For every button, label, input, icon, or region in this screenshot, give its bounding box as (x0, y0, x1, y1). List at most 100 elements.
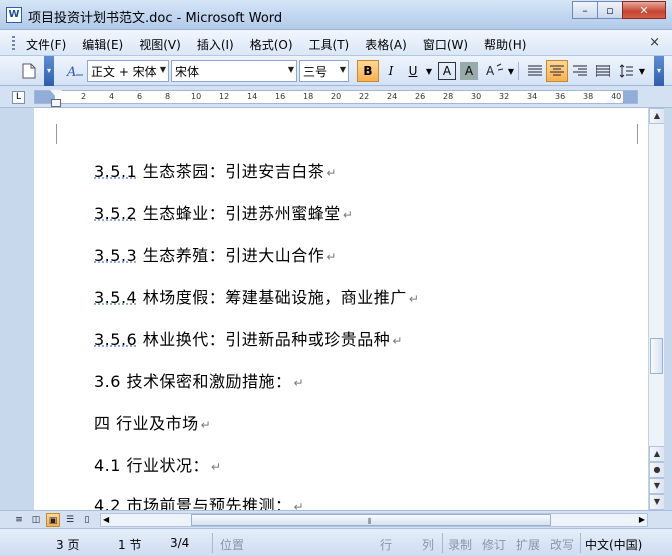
vertical-scroll-thumb[interactable] (650, 338, 663, 374)
align-right-icon[interactable] (569, 60, 591, 82)
status-separator (580, 533, 581, 553)
paragraph[interactable]: 3.5.6 林业换代：引进新品种或珍贵品种 ↵ (94, 326, 403, 350)
first-line-indent-marker[interactable] (50, 90, 62, 97)
menu-table[interactable]: 表格(A) (357, 34, 415, 55)
minimize-button[interactable]: – (572, 1, 598, 19)
next-page-icon[interactable]: ▼ (649, 478, 665, 494)
view-and-scroll-bar: ≡ ◫ ▣ ☰ ▯ ◀ ⦀ ▶ (0, 510, 672, 528)
reading-view-icon[interactable]: ▯ (80, 513, 94, 527)
paragraph-mark-icon: ↵ (326, 166, 337, 180)
paragraph-mark-icon: ↵ (293, 500, 305, 510)
toolbar-options-icon[interactable]: ▾ (654, 56, 664, 86)
char-shading-button[interactable]: A (460, 62, 478, 80)
status-language[interactable]: 中文(中国) (585, 536, 642, 553)
menu-file[interactable]: 文件(F) (18, 34, 74, 55)
paragraph[interactable]: 3.6 技术保密和激励措施： ↵ (94, 368, 304, 392)
distributed-align-icon[interactable] (592, 60, 614, 82)
line-spacing-dropdown-icon[interactable]: ▼ (637, 60, 647, 82)
bold-button[interactable]: B (357, 60, 379, 82)
new-document-icon[interactable] (18, 60, 40, 82)
crop-mark-left (56, 124, 57, 144)
right-indent-marker[interactable] (606, 96, 616, 103)
status-revise[interactable]: 修订 (482, 536, 506, 553)
ruler-tick: 22 (359, 92, 370, 101)
style-select-value: 正文 + 宋体 (91, 64, 157, 79)
status-overtype[interactable]: 改写 (550, 536, 574, 553)
chevron-down-icon: ▼ (159, 65, 166, 74)
align-justify-icon[interactable] (524, 60, 546, 82)
toolbar-separator (518, 62, 519, 80)
paragraph[interactable]: 4.2 市场前景与预先推测： ↵ (94, 492, 304, 510)
toolbar-overflow-icon[interactable]: ▾ (44, 56, 54, 86)
ruler-bar: L 2 4 6 8 10 12 14 16 18 20 22 24 26 28 … (0, 86, 672, 108)
scroll-left-icon[interactable]: ◀ (103, 515, 109, 524)
tab-stop-selector[interactable]: L (12, 91, 25, 104)
paragraph[interactable]: 3.5.2 生态蜂业：引进苏州蜜蜂堂 ↵ (94, 200, 353, 224)
menu-items: 文件(F) 编辑(E) 视图(V) 插入(I) 格式(O) 工具(T) 表格(A… (18, 34, 534, 55)
prev-page-icon[interactable]: ▲ (649, 446, 665, 462)
ruler-tick: 10 (191, 92, 202, 101)
paragraph[interactable]: 3.5.4 林场度假：筹建基础设施，商业推广 ↵ (94, 284, 419, 308)
scroll-up-icon[interactable]: ▲ (649, 108, 665, 124)
scroll-grip-icon: ⦀ (368, 517, 372, 526)
heading-paragraph[interactable]: 四 行业及市场 ↵ (94, 410, 211, 434)
paragraph-number: 3.5.6 (94, 330, 138, 349)
document-gutter (0, 108, 34, 510)
styles-pane-icon[interactable]: A (64, 60, 86, 82)
document-area: 3.5.1 生态茶园：引进安吉白茶 ↵ 3.5.2 生态蜂业：引进苏州蜜蜂堂 ↵ 3… (0, 108, 648, 510)
paragraph-text: 四 行业及市场 (94, 414, 199, 433)
horizontal-scrollbar[interactable]: ◀ ⦀ ▶ (100, 513, 648, 527)
horizontal-ruler[interactable]: 2 4 6 8 10 12 14 16 18 20 22 24 26 28 30… (34, 90, 638, 104)
paragraph-text: 3.6 技术保密和激励措施： (94, 372, 292, 391)
normal-view-icon[interactable]: ≡ (12, 513, 26, 527)
print-layout-view-icon[interactable]: ▣ (46, 513, 60, 527)
menu-insert[interactable]: 插入(I) (189, 34, 242, 55)
line-spacing-icon[interactable] (615, 60, 637, 82)
highlight-dropdown-icon[interactable]: ▼ (506, 60, 516, 82)
scroll-down-icon[interactable]: ▼ (649, 494, 665, 510)
svg-text:A: A (66, 65, 76, 79)
browse-object-icon[interactable]: ● (649, 462, 665, 478)
menu-help[interactable]: 帮助(H) (476, 34, 534, 55)
vertical-scrollbar[interactable]: ▲ ▲ ● ▼ ▼ (648, 108, 665, 510)
maximize-button[interactable]: ▫ (597, 1, 623, 19)
word-app-icon[interactable]: W (6, 7, 22, 23)
ruler-tick: 8 (165, 92, 171, 101)
font-select[interactable]: 宋体 ▼ (171, 60, 297, 82)
document-page[interactable]: 3.5.1 生态茶园：引进安吉白茶 ↵ 3.5.2 生态蜂业：引进苏州蜜蜂堂 ↵ 3… (34, 108, 648, 510)
paragraph[interactable]: 4.1 行业状况： ↵ (94, 452, 222, 476)
menu-edit[interactable]: 编辑(E) (74, 34, 131, 55)
menu-window[interactable]: 窗口(W) (415, 34, 476, 55)
close-button[interactable]: ✕ (622, 1, 666, 19)
outline-view-icon[interactable]: ☰ (63, 513, 77, 527)
underline-dropdown-icon[interactable]: ▼ (424, 60, 434, 82)
menu-format[interactable]: 格式(O) (242, 34, 301, 55)
status-record[interactable]: 录制 (448, 536, 472, 553)
document-close-icon[interactable]: × (649, 35, 660, 50)
formatting-toolbar: ▾ A 正文 + 宋体 ▼ 宋体 ▼ 三号 ▼ B I U ▼ A A A ▼ … (0, 56, 672, 86)
paragraph[interactable]: 3.5.3 生态养殖：引进大山合作 ↵ (94, 242, 337, 266)
title-bar: W 项目投资计划书范文.doc - Microsoft Word – ▫ ✕ (0, 0, 672, 30)
menubar-grip[interactable] (12, 36, 15, 50)
style-select[interactable]: 正文 + 宋体 ▼ (87, 60, 169, 82)
status-line: 行 (380, 538, 393, 552)
char-border-button[interactable]: A (438, 62, 456, 80)
paragraph-text: 林业换代：引进新品种或珍贵品种 (137, 330, 391, 349)
italic-button[interactable]: I (380, 60, 402, 82)
horizontal-scroll-thumb[interactable]: ⦀ (191, 514, 551, 526)
chevron-down-icon: ▼ (287, 65, 294, 74)
font-size-select[interactable]: 三号 ▼ (299, 60, 349, 82)
menu-tools[interactable]: 工具(T) (301, 34, 358, 55)
scroll-right-icon[interactable]: ▶ (639, 515, 645, 524)
highlight-icon[interactable]: A (484, 60, 506, 82)
paragraph[interactable]: 3.5.1 生态茶园：引进安吉白茶 ↵ (94, 158, 337, 182)
ruler-tick: 20 (331, 92, 342, 101)
align-center-icon[interactable] (546, 60, 568, 82)
right-margin-area (623, 91, 637, 103)
status-extend[interactable]: 扩展 (516, 536, 540, 553)
svg-text:A: A (486, 64, 495, 78)
left-indent-marker[interactable] (51, 99, 61, 107)
web-view-icon[interactable]: ◫ (29, 513, 43, 527)
underline-button[interactable]: U (402, 60, 424, 82)
menu-view[interactable]: 视图(V) (131, 34, 189, 55)
